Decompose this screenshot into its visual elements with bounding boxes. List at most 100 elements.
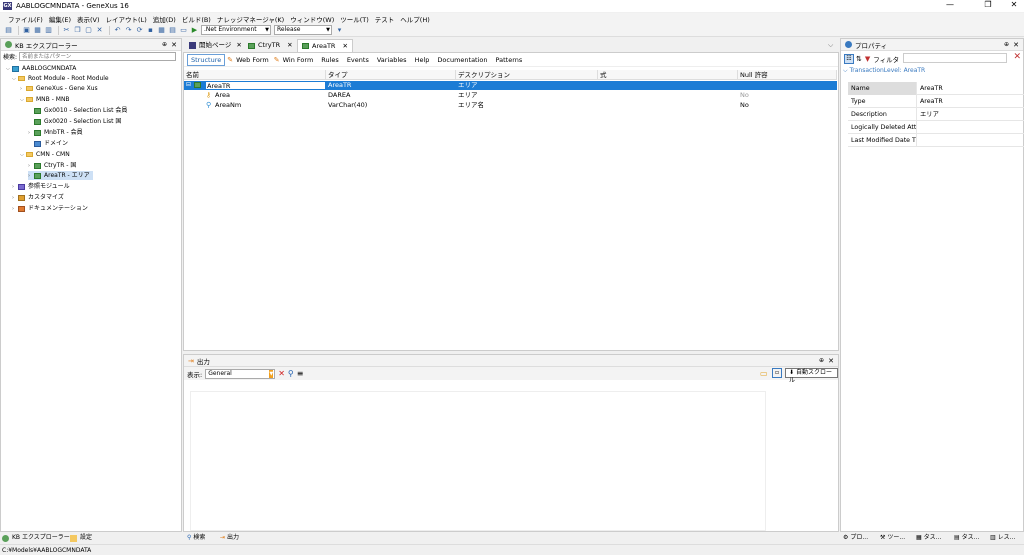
property-row-logically-deleted[interactable]: Logically Deleted Attril	[848, 121, 1024, 134]
sort-alpha-icon[interactable]: ⇅	[856, 55, 862, 63]
bottom-tab-kb-explorer[interactable]: KB エクスプローラー	[2, 533, 70, 543]
tree-item-documentation[interactable]: › ドキュメンテーション	[12, 204, 88, 213]
configuration-select[interactable]: Release ▼	[274, 25, 332, 35]
menu-edit[interactable]: 編集(E)	[49, 14, 71, 24]
build-icon[interactable]: ▪	[146, 26, 155, 35]
paste-icon[interactable]: ▢	[84, 26, 93, 35]
clear-filter-icon[interactable]: ✕	[1013, 52, 1021, 62]
tree-item-customize[interactable]: › カスタマイズ	[12, 193, 64, 202]
toolbar-overflow-icon[interactable]: ▾	[335, 26, 344, 35]
property-value[interactable]: AreaTR	[916, 82, 1024, 95]
bottom-tab-tasks2[interactable]: ▤ タス...	[954, 533, 979, 543]
menu-window[interactable]: ウィンドウ(W)	[290, 14, 334, 24]
tab-overflow-chevron-icon[interactable]: ⌵	[828, 41, 833, 50]
tree-item-areatr[interactable]: › AreaTR - エリア	[28, 171, 93, 180]
bottom-tab-settings[interactable]: 設定	[70, 533, 92, 543]
output-category-select[interactable]: General ▼	[205, 368, 276, 379]
subtab-documentation[interactable]: Documentation	[434, 55, 490, 65]
table-row[interactable]: ⚷ Area DAREA エリア No	[184, 91, 837, 100]
cut-icon[interactable]: ✂	[62, 26, 71, 35]
menu-tools[interactable]: ツール(T)	[340, 14, 369, 24]
property-row-type[interactable]: Type AreaTR	[848, 95, 1024, 108]
tab-areatr[interactable]: AreaTR ✕	[297, 39, 353, 52]
filter-icon[interactable]: ▼	[865, 55, 870, 63]
delete-icon[interactable]: ✕	[95, 26, 104, 35]
refresh-icon[interactable]: ⟳	[135, 26, 144, 35]
output-text-area[interactable]	[190, 391, 766, 531]
tree-item-mnbtr[interactable]: › MnbTR - 会員	[28, 128, 83, 137]
bottom-tab-toolbox[interactable]: ⚒ ツー...	[880, 533, 905, 543]
menu-help[interactable]: ヘルプ(H)	[400, 14, 429, 24]
close-panel-icon[interactable]: ✕	[828, 357, 834, 365]
save-icon[interactable]: ▦	[33, 26, 42, 35]
pin-icon[interactable]: ⊕	[819, 357, 824, 364]
subtab-structure[interactable]: Structure	[187, 53, 226, 66]
undo-icon[interactable]: ↶	[113, 26, 122, 35]
menu-test[interactable]: テスト	[375, 14, 395, 24]
bottom-tab-responsive[interactable]: ▥ レス...	[990, 533, 1015, 543]
tree-item-gx0020[interactable]: Gx0020 - Selection List 国	[34, 117, 121, 126]
bottom-tab-tasks1[interactable]: ▦ タス...	[916, 533, 941, 543]
pin-icon[interactable]: ⊕	[1004, 41, 1009, 48]
subtab-help[interactable]: Help	[412, 55, 433, 65]
property-row-description[interactable]: Description エリア	[848, 108, 1024, 121]
table-row-selected[interactable]: ⊟ AreaTR AreaTR エリア	[184, 81, 837, 90]
close-panel-icon[interactable]: ✕	[1013, 41, 1019, 49]
subtab-win-form[interactable]: Win Form	[280, 55, 317, 65]
column-header-nullable[interactable]: Null 許容	[738, 70, 837, 80]
auto-scroll-button[interactable]: ⬇ 自動スクロール	[785, 368, 838, 384]
tab-start-page[interactable]: 開始ページ ✕	[185, 39, 246, 52]
copy-icon[interactable]: ❐	[73, 26, 82, 35]
property-filter-input[interactable]	[903, 53, 1007, 63]
tree-item-ctrytr[interactable]: › CtryTR - 国	[28, 161, 76, 170]
open-folder-icon[interactable]: ▭	[760, 369, 768, 378]
tree-item-mnb[interactable]: ⌵ MNB - MNB	[20, 95, 70, 104]
column-header-name[interactable]: 名前	[184, 70, 326, 80]
subtab-variables[interactable]: Variables	[374, 55, 410, 65]
tree-item-references[interactable]: › 参照モジュール	[12, 182, 70, 191]
tab-ctrytr[interactable]: CtryTR ✕	[244, 39, 297, 52]
collapse-arrow-icon[interactable]: ⌵	[843, 67, 848, 74]
minimize-button[interactable]: —	[940, 0, 960, 9]
grid-icon[interactable]: ▦	[157, 26, 166, 35]
close-tab-icon[interactable]: ✕	[287, 39, 292, 52]
table-row[interactable]: ⚲ AreaNm VarChar(40) エリア名 No	[184, 101, 837, 110]
maximize-button[interactable]: ❐	[978, 0, 998, 9]
subtab-events[interactable]: Events	[344, 55, 372, 65]
bottom-tab-properties[interactable]: ⚙ プロ...	[843, 533, 868, 543]
clear-icon[interactable]: ✕	[278, 369, 285, 378]
tree-item-root-module[interactable]: ⌵ Root Module - Root Module	[12, 74, 109, 83]
table-icon[interactable]: ▤	[168, 26, 177, 35]
bottom-tab-output[interactable]: ⇥ 出力	[220, 533, 239, 543]
pin-icon[interactable]: ⊕	[162, 41, 167, 48]
menu-build[interactable]: ビルド(B)	[182, 14, 211, 24]
new-object-icon[interactable]: ▤	[4, 26, 13, 35]
tree-item-domain[interactable]: ドメイン	[28, 139, 68, 148]
property-value[interactable]	[916, 121, 1024, 134]
subtab-web-form[interactable]: Web Form	[233, 55, 272, 65]
property-value[interactable]: AreaTR	[916, 95, 1024, 108]
menu-file[interactable]: ファイル(F)	[8, 14, 43, 24]
word-wrap-icon[interactable]: ≡	[297, 369, 304, 378]
property-value[interactable]: エリア	[916, 108, 1024, 121]
tree-item-cmn[interactable]: ⌵ CMN - CMN	[20, 150, 70, 159]
redo-icon[interactable]: ↷	[124, 26, 133, 35]
kb-search-input[interactable]	[19, 52, 177, 61]
collapse-arrow-icon[interactable]: ⊟	[186, 81, 191, 88]
close-tab-icon[interactable]: ✕	[342, 40, 347, 53]
subtab-patterns[interactable]: Patterns	[493, 55, 526, 65]
column-header-description[interactable]: デスクリプション	[456, 70, 598, 80]
column-header-type[interactable]: タイプ	[326, 70, 456, 80]
subtab-rules[interactable]: Rules	[318, 55, 342, 65]
property-row-name[interactable]: Name AreaTR	[848, 82, 1024, 95]
search-icon[interactable]: ⚲	[288, 369, 294, 378]
bottom-tab-search[interactable]: ⚲ 検索	[187, 533, 205, 543]
menu-view[interactable]: 表示(V)	[77, 14, 100, 24]
tree-item-gx0010[interactable]: Gx0010 - Selection List 会員	[34, 106, 127, 115]
close-tab-icon[interactable]: ✕	[236, 39, 241, 52]
column-header-formula[interactable]: 式	[598, 70, 738, 80]
menu-layout[interactable]: レイアウト(L)	[106, 14, 147, 24]
tree-item-genexus[interactable]: › GeneXus - Gene Xus	[20, 84, 98, 93]
property-value[interactable]	[916, 134, 1024, 147]
layout-icon[interactable]: ▭	[179, 26, 188, 35]
